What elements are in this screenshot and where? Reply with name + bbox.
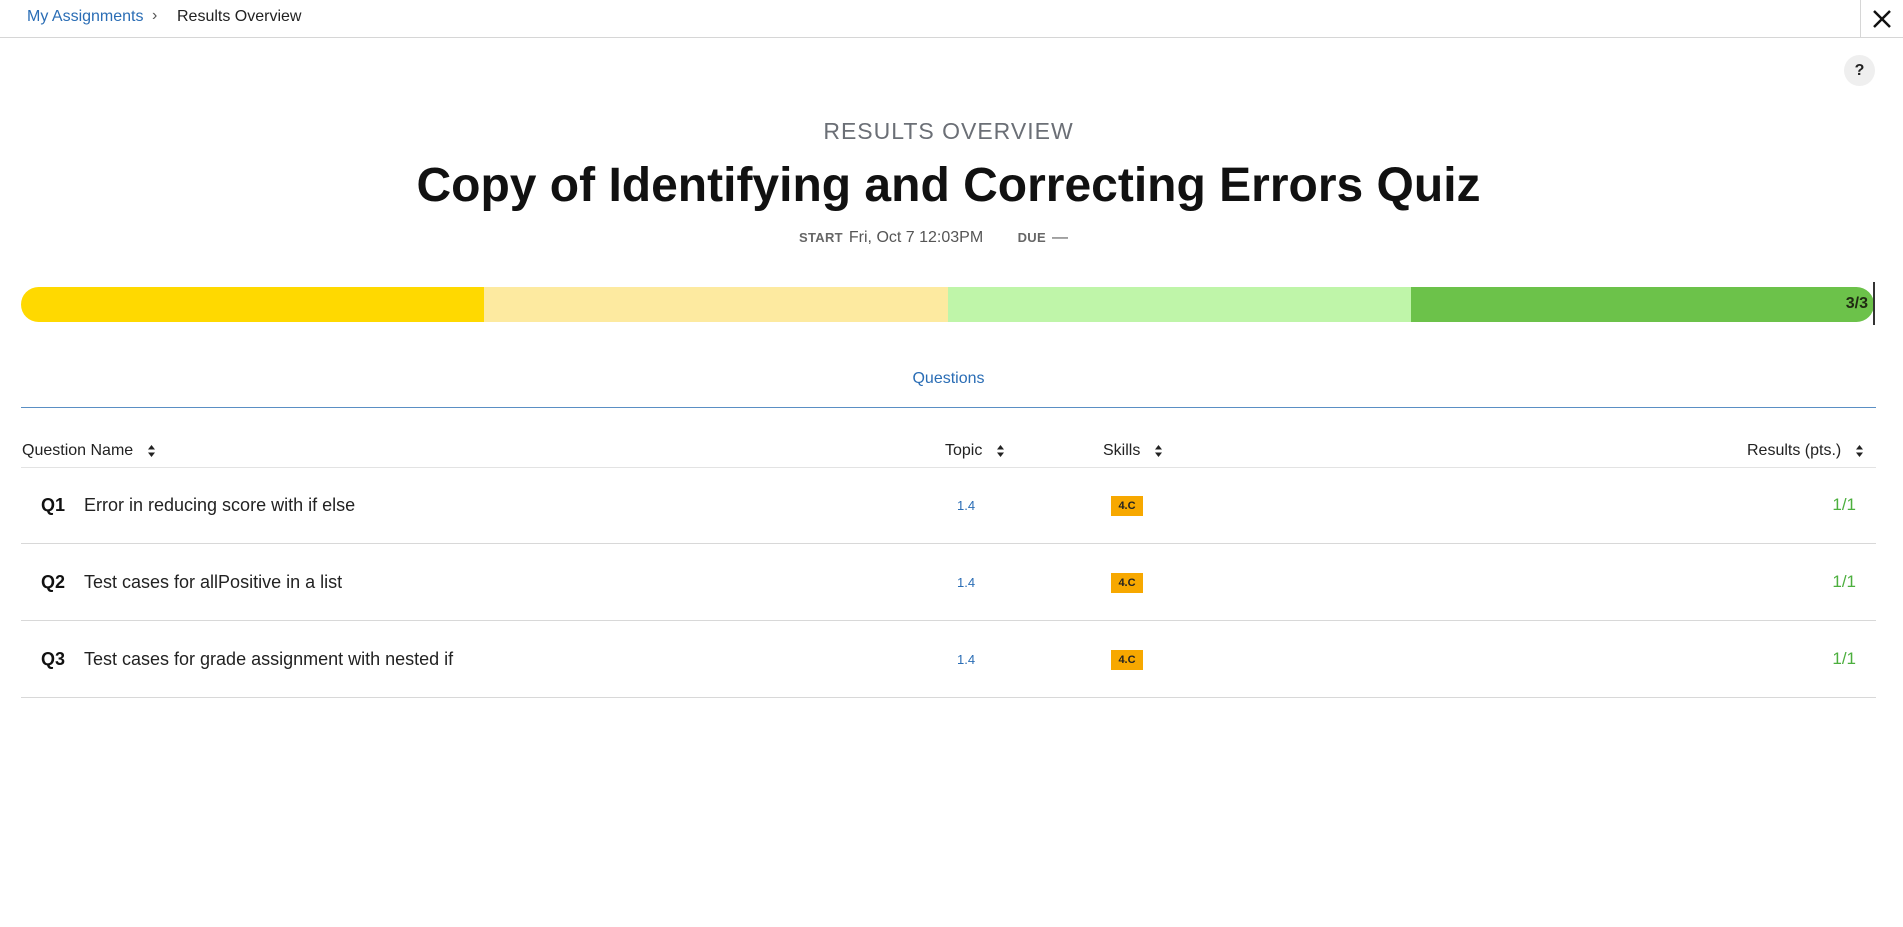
assignment-dates: START Fri, Oct 7 12:03PM DUE — <box>0 229 1897 247</box>
close-button[interactable] <box>1860 0 1903 38</box>
score-progress-bar: 3/3 <box>21 287 1874 322</box>
progress-marker <box>1873 282 1875 325</box>
column-label: Question Name <box>22 442 134 459</box>
score-label: 3/3 <box>1845 295 1868 312</box>
question-name[interactable]: Test cases for allPositive in a list <box>84 572 342 593</box>
sort-icon <box>147 444 156 458</box>
start-value: Fri, Oct 7 12:03PM <box>848 229 984 246</box>
due-value: — <box>1051 229 1068 246</box>
column-label: Topic <box>945 442 983 459</box>
question-number: Q3 <box>41 649 66 669</box>
due-label: DUE <box>1017 230 1046 245</box>
skill-badge: 4.C <box>1111 573 1143 593</box>
topic-link[interactable]: 1.4 <box>957 652 975 667</box>
table-row[interactable]: Q1 Error in reducing score with if else … <box>21 467 1876 544</box>
skill-badge: 4.C <box>1111 496 1143 516</box>
progress-segment-4: 3/3 <box>1410 287 1874 322</box>
column-header-results[interactable]: Results (pts.) <box>1747 442 1864 460</box>
question-result: 1/1 <box>1832 572 1856 591</box>
table-row[interactable]: Q3 Test cases for grade assignment with … <box>21 621 1876 698</box>
column-header-question-name[interactable]: Question Name <box>22 442 156 460</box>
sort-icon <box>996 444 1005 458</box>
progress-segment-3 <box>947 287 1411 322</box>
question-number: Q1 <box>41 495 66 515</box>
table-row[interactable]: Q2 Test cases for allPositive in a list … <box>21 544 1876 621</box>
question-result: 1/1 <box>1832 495 1856 514</box>
start-label: START <box>799 230 843 245</box>
column-header-skills[interactable]: Skills <box>1103 442 1163 460</box>
help-button[interactable]: ? <box>1844 55 1875 86</box>
breadcrumb-my-assignments[interactable]: My Assignments <box>27 8 143 26</box>
chevron-right-icon: › <box>152 7 158 24</box>
tab-underline <box>21 407 1876 408</box>
column-label: Skills <box>1103 442 1141 459</box>
top-bar: My Assignments › Results Overview <box>0 0 1903 38</box>
breadcrumb-current: Results Overview <box>177 8 302 25</box>
topic-link[interactable]: 1.4 <box>957 498 975 513</box>
page-overline: RESULTS OVERVIEW <box>823 118 1074 144</box>
skill-badge: 4.C <box>1111 650 1143 670</box>
topic-link[interactable]: 1.4 <box>957 575 975 590</box>
column-label: Results (pts.) <box>1747 442 1842 459</box>
sort-icon <box>1855 444 1864 458</box>
sort-icon <box>1154 444 1163 458</box>
question-name[interactable]: Test cases for grade assignment with nes… <box>84 649 453 670</box>
progress-segment-2 <box>484 287 948 322</box>
question-result: 1/1 <box>1832 649 1856 668</box>
page-title: Copy of Identifying and Correcting Error… <box>416 159 1481 212</box>
close-icon <box>1873 10 1891 28</box>
question-number: Q2 <box>41 572 66 592</box>
question-name[interactable]: Error in reducing score with if else <box>84 495 355 516</box>
tab-questions[interactable]: Questions <box>0 370 1897 388</box>
column-header-topic[interactable]: Topic <box>945 442 1005 460</box>
progress-segment-1 <box>21 287 485 322</box>
